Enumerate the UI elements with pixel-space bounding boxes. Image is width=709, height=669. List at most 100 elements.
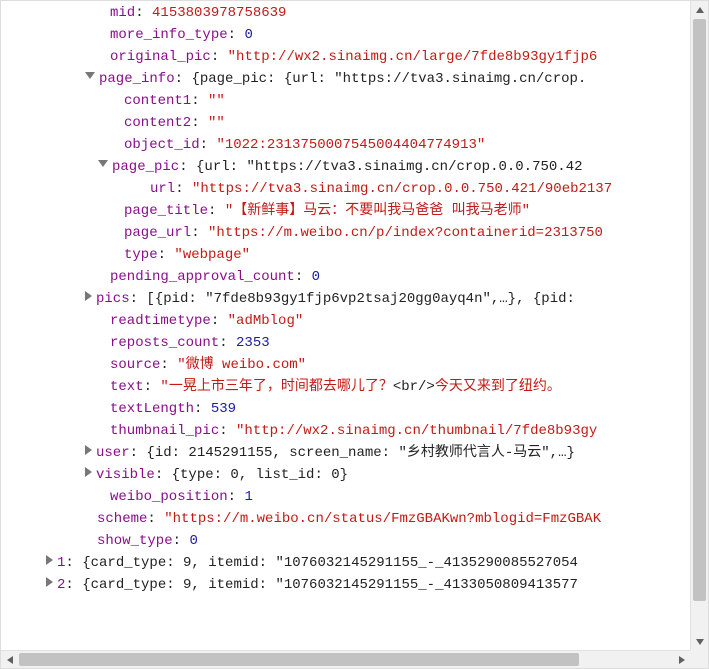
prop-value: 0 — [189, 533, 197, 549]
prop-object-id[interactable]: object_id: "1022:23137500075450044047749… — [1, 134, 690, 156]
prop-value: "http://wx2.sinaimg.cn/thumbnail/7fde8b9… — [236, 423, 597, 439]
key-label: thumbnail_pic — [110, 423, 219, 439]
chevron-right-icon[interactable] — [85, 291, 92, 301]
prop-summary: [{pid: "7fde8b93gy1fjp6vp2tsaj20gg0ayq4n… — [146, 291, 574, 307]
array-item-2[interactable]: 2: {card_type: 9, itemid: "1076032145291… — [1, 574, 690, 596]
scrollbar-corner — [690, 650, 708, 668]
prop-pending-approval-count[interactable]: pending_approval_count: 0 — [1, 266, 690, 288]
prop-value: 2353 — [236, 335, 270, 351]
key-label: readtimetype — [110, 313, 211, 329]
prop-content2[interactable]: content2: "" — [1, 112, 690, 134]
prop-summary: {id: 2145291155, screen_name: "乡村教师代言人-马… — [146, 445, 574, 461]
key-label: user — [96, 445, 130, 461]
prop-value: "http://wx2.sinaimg.cn/large/7fde8b93gy1… — [228, 49, 598, 65]
prop-thumbnail-pic[interactable]: thumbnail_pic: "http://wx2.sinaimg.cn/th… — [1, 420, 690, 442]
prop-weibo-position[interactable]: weibo_position: 1 — [1, 486, 690, 508]
prop-value: "https://m.weibo.cn/status/FmzGBAKwn?mbl… — [164, 511, 601, 527]
prop-value: "微博 weibo.com" — [177, 357, 306, 373]
prop-mid[interactable]: mid: 4153803978758639 — [1, 2, 690, 24]
key-label: pics — [96, 291, 130, 307]
prop-user[interactable]: user: {id: 2145291155, screen_name: "乡村教… — [1, 442, 690, 464]
key-label: more_info_type — [110, 27, 228, 43]
prop-value: "" — [208, 115, 225, 131]
prop-page-pic[interactable]: page_pic: {url: "https://tva3.sinaimg.cn… — [1, 156, 690, 178]
arrow-right-icon — [679, 656, 685, 664]
prop-summary: {url: "https://tva3.sinaimg.cn/crop.0.0.… — [196, 159, 582, 175]
prop-summary: {card_type: 9, itemid: "1076032145291155… — [82, 555, 578, 571]
prop-more-info-type[interactable]: more_info_type: 0 — [1, 24, 690, 46]
scroll-right-button[interactable] — [673, 651, 690, 668]
key-label: reposts_count — [110, 335, 219, 351]
prop-value: "adMblog" — [228, 313, 304, 329]
scroll-up-button[interactable] — [691, 1, 708, 18]
key-label: type — [124, 247, 158, 263]
prop-pics[interactable]: pics: [{pid: "7fde8b93gy1fjp6vp2tsaj20gg… — [1, 288, 690, 310]
chevron-right-icon[interactable] — [46, 555, 53, 565]
key-label: content1 — [124, 93, 191, 109]
horizontal-scrollbar[interactable] — [1, 650, 708, 668]
chevron-down-icon[interactable] — [85, 72, 95, 79]
prop-value-post: 今天又来到了纽约。 — [435, 379, 561, 395]
key-label: source — [110, 357, 160, 373]
prop-show-type[interactable]: show_type: 0 — [1, 530, 690, 552]
chevron-right-icon[interactable] — [85, 445, 92, 455]
prop-readtimetype[interactable]: readtimetype: "adMblog" — [1, 310, 690, 332]
vertical-scrollbar[interactable] — [690, 1, 708, 650]
prop-url[interactable]: url: "https://tva3.sinaimg.cn/crop.0.0.7… — [1, 178, 690, 200]
key-label: visible — [96, 467, 155, 483]
prop-summary: {page_pic: {url: "https://tva3.sinaimg.c… — [191, 71, 586, 87]
prop-text[interactable]: text: "一晃上市三年了，时间都去哪儿了？<br/>今天又来到了纽约。 — [1, 376, 690, 398]
chevron-right-icon[interactable] — [85, 467, 92, 477]
prop-value: "webpage" — [174, 247, 250, 263]
key-label: show_type — [97, 533, 173, 549]
key-label: textLength — [110, 401, 194, 417]
key-label: text — [110, 379, 144, 395]
arrow-left-icon — [7, 656, 13, 664]
key-label: original_pic — [110, 49, 211, 65]
key-label: object_id — [124, 137, 200, 153]
prop-value: 1 — [244, 489, 252, 505]
key-label: page_info — [99, 71, 175, 87]
prop-value: "https://tva3.sinaimg.cn/crop.0.0.750.42… — [192, 181, 612, 197]
key-label: page_url — [124, 225, 191, 241]
prop-value: "1022:2313750007545004404774913" — [216, 137, 485, 153]
key-label: mid — [110, 5, 135, 21]
key-label: page_title — [124, 203, 208, 219]
prop-source[interactable]: source: "微博 weibo.com" — [1, 354, 690, 376]
scroll-left-button[interactable] — [1, 651, 18, 668]
chevron-right-icon[interactable] — [46, 577, 53, 587]
key-label: url — [150, 181, 175, 197]
json-tree[interactable]: mid: 4153803978758639 more_info_type: 0 … — [1, 1, 690, 650]
horizontal-scroll-thumb[interactable] — [19, 653, 579, 666]
devtools-panel: mid: 4153803978758639 more_info_type: 0 … — [0, 0, 709, 669]
arrow-down-icon — [696, 639, 704, 645]
key-label: page_pic — [112, 159, 179, 175]
prop-value: 0 — [312, 269, 320, 285]
prop-original-pic[interactable]: original_pic: "http://wx2.sinaimg.cn/lar… — [1, 46, 690, 68]
prop-page-url[interactable]: page_url: "https://m.weibo.cn/p/index?co… — [1, 222, 690, 244]
prop-value-pre: "一晃上市三年了，时间都去哪儿了？ — [160, 379, 392, 395]
prop-value: 0 — [244, 27, 252, 43]
prop-page-title[interactable]: page_title: "【新鲜事】马云：不要叫我马爸爸 叫我马老师" — [1, 200, 690, 222]
prop-value: 4153803978758639 — [152, 5, 286, 21]
prop-reposts-count[interactable]: reposts_count: 2353 — [1, 332, 690, 354]
prop-type[interactable]: type: "webpage" — [1, 244, 690, 266]
prop-text-length[interactable]: textLength: 539 — [1, 398, 690, 420]
prop-visible[interactable]: visible: {type: 0, list_id: 0} — [1, 464, 690, 486]
prop-content1[interactable]: content1: "" — [1, 90, 690, 112]
array-item-1[interactable]: 1: {card_type: 9, itemid: "1076032145291… — [1, 552, 690, 574]
key-label: weibo_position — [110, 489, 228, 505]
chevron-down-icon[interactable] — [98, 160, 108, 167]
prop-value: 539 — [211, 401, 236, 417]
prop-summary: {card_type: 9, itemid: "1076032145291155… — [82, 577, 578, 593]
prop-value: "" — [208, 93, 225, 109]
vertical-scroll-thumb[interactable] — [693, 19, 706, 601]
prop-value: "【新鲜事】马云：不要叫我马爸爸 叫我马老师" — [225, 203, 530, 219]
key-label: content2 — [124, 115, 191, 131]
prop-value: "https://m.weibo.cn/p/index?containerid=… — [208, 225, 603, 241]
key-label: pending_approval_count — [110, 269, 295, 285]
scroll-down-button[interactable] — [691, 633, 708, 650]
prop-scheme[interactable]: scheme: "https://m.weibo.cn/status/FmzGB… — [1, 508, 690, 530]
prop-page-info[interactable]: page_info: {page_pic: {url: "https://tva… — [1, 68, 690, 90]
html-tag: <br/> — [393, 379, 435, 395]
